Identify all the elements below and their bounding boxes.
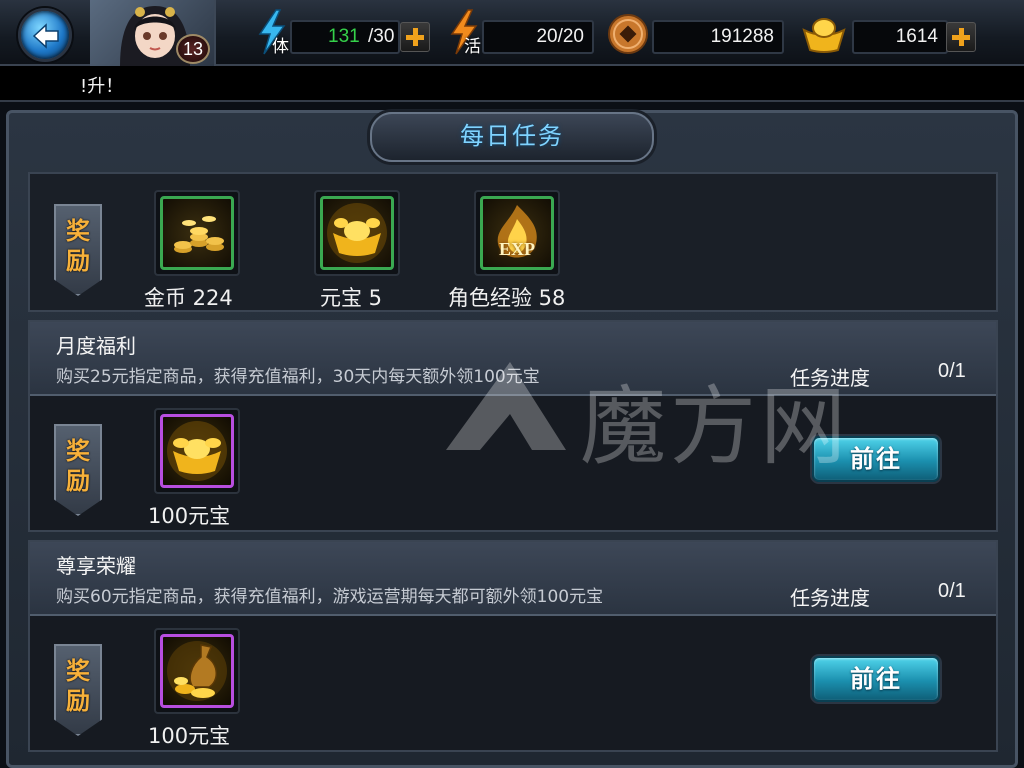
go-button-label: 前往	[850, 665, 902, 693]
reward-tag-line1: 奖	[66, 657, 90, 685]
gold-ingot-icon	[167, 421, 227, 481]
energy-value: 20/20	[536, 26, 584, 47]
reward-item-ingot[interactable]	[314, 190, 400, 276]
reward-label-exp: 角色经验 58	[448, 286, 566, 310]
reward-tag-line1: 奖	[66, 437, 90, 465]
task-reward-item[interactable]	[154, 628, 240, 714]
reward-tag-line1: 奖	[66, 217, 90, 245]
page-title: 每日任务	[460, 122, 564, 150]
top-bar: 13 体 131 /30 活 20/20 191288 1614	[0, 0, 1024, 66]
player-level-badge: 13	[176, 34, 210, 64]
add-gold-button[interactable]	[946, 22, 976, 52]
task-card-honor: 尊享荣耀 购买60元指定商品，获得充值福利，游戏运营期每天都可额外领100元宝 …	[28, 540, 998, 752]
task-reward-label: 100元宝	[148, 724, 231, 748]
go-button[interactable]: 前往	[812, 656, 940, 702]
go-button-label: 前往	[850, 445, 902, 473]
energy-tag: 活	[464, 37, 481, 57]
task-progress-value: 0/1	[938, 360, 966, 382]
reward-tag: 奖 励	[54, 644, 102, 736]
reward-item-gold-coins[interactable]	[154, 190, 240, 276]
reward-label-ingot: 元宝 5	[320, 286, 383, 310]
daily-rewards-panel: 奖 励 金币 224 元宝 5 EXP 角色经验 58	[28, 172, 998, 312]
scrolling-notice: !升！	[0, 66, 1024, 102]
task-body: 奖 励 100元宝 前往	[30, 616, 996, 750]
title-plate: 每日任务	[370, 112, 654, 162]
reward-item-frame	[160, 196, 234, 270]
reward-item-frame: EXP	[480, 196, 554, 270]
treasure-bag-icon	[167, 641, 227, 701]
task-header: 尊享荣耀 购买60元指定商品，获得充值福利，游戏运营期每天都可额外领100元宝 …	[30, 542, 996, 616]
add-stamina-button[interactable]	[400, 22, 430, 52]
gold-field: 1614	[852, 20, 948, 54]
exp-badge: EXP	[499, 239, 535, 259]
stamina-field: 131 /30	[290, 20, 400, 54]
stamina-current: 131	[328, 26, 360, 47]
reward-tag: 奖 励	[54, 204, 102, 296]
reward-tag-line2: 励	[66, 467, 90, 495]
task-progress-value: 0/1	[938, 580, 966, 602]
energy-field: 20/20	[482, 20, 594, 54]
reward-tag-line2: 励	[66, 687, 90, 715]
reward-tag: 奖 励	[54, 424, 102, 516]
back-arrow-icon	[32, 23, 59, 49]
gold-ingot-icon	[802, 18, 846, 53]
gold-coins-icon	[174, 216, 224, 253]
watermark: 魔方网	[440, 356, 846, 477]
copper-value: 191288	[710, 26, 774, 47]
watermark-text: 魔方网	[580, 377, 850, 477]
reward-label-gold-coins: 金币 224	[144, 286, 233, 310]
copper-field: 191288	[652, 20, 784, 54]
task-title: 尊享荣耀	[56, 554, 136, 578]
reward-item-frame	[320, 196, 394, 270]
stamina-max: /30	[368, 26, 395, 47]
reward-item-exp[interactable]: EXP	[474, 190, 560, 276]
gold-value: 1614	[895, 26, 938, 47]
task-progress-label: 任务进度	[790, 586, 870, 610]
notice-text: !升！	[80, 76, 124, 97]
gold-ingot-icon	[327, 203, 387, 263]
task-title: 月度福利	[56, 334, 136, 358]
copper-coin-icon	[608, 14, 648, 54]
task-reward-label: 100元宝	[148, 504, 231, 528]
back-button[interactable]	[18, 8, 72, 62]
watermark-logo-icon	[446, 362, 566, 450]
task-reward-item[interactable]	[154, 408, 240, 494]
task-description: 购买60元指定商品，获得充值福利，游戏运营期每天都可额外领100元宝	[56, 587, 604, 607]
stamina-tag: 体	[272, 37, 289, 57]
reward-item-frame	[160, 634, 234, 708]
reward-tag-line2: 励	[66, 247, 90, 275]
reward-item-frame	[160, 414, 234, 488]
